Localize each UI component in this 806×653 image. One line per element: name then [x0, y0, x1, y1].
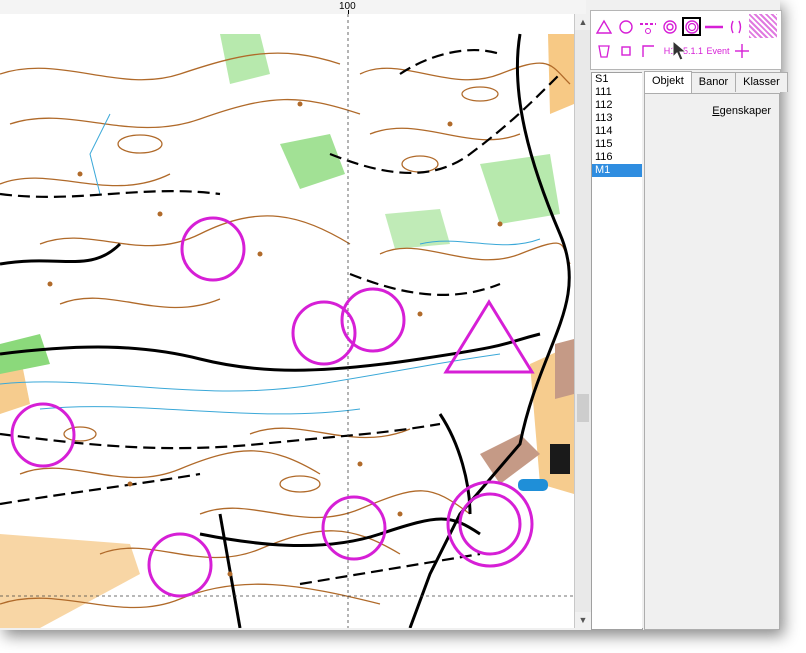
course-item-s1[interactable]: S1 [592, 73, 642, 86]
top-ruler: 100 [0, 0, 586, 15]
properties-button[interactable]: Egenskaper [712, 105, 771, 117]
tab-objekt[interactable]: Objekt [644, 71, 692, 93]
text-event-icon[interactable]: Event [705, 40, 731, 61]
double-circle-icon[interactable] [681, 16, 702, 37]
course-line-icon[interactable] [703, 16, 724, 37]
course-item-113[interactable]: 113 [592, 112, 642, 125]
tab-panel-objekt: Egenskaper [644, 93, 780, 630]
app-window: 100 ▲ ▼ H1 5.1.1 Event S1 111 112 113 11… [0, 0, 788, 630]
control-circle-icon[interactable] [615, 16, 636, 37]
corner-icon[interactable] [637, 40, 658, 61]
dashed-line-icon[interactable] [637, 16, 658, 37]
course-item-114[interactable]: 114 [592, 125, 642, 138]
course-item-111[interactable]: 111 [592, 86, 642, 99]
text-event-label: Event [706, 45, 730, 56]
small-square-icon[interactable] [615, 40, 636, 61]
course-item-116[interactable]: 116 [592, 151, 642, 164]
water-cup-icon[interactable] [593, 40, 614, 61]
finish-circle-icon[interactable] [659, 16, 680, 37]
tab-klasser[interactable]: Klasser [735, 72, 788, 92]
restricted-area-icon[interactable] [749, 14, 777, 38]
map-canvas[interactable] [0, 14, 574, 628]
properties-label: genskaper [719, 105, 771, 117]
scroll-down-arrow-icon[interactable]: ▼ [575, 612, 591, 628]
tab-banor[interactable]: Banor [690, 72, 737, 92]
course-item-112[interactable]: 112 [592, 99, 642, 112]
properties-pane: Objekt Banor Klasser Egenskaper [642, 71, 788, 630]
mouse-cursor-icon [672, 40, 688, 61]
crossing-point-icon[interactable] [725, 16, 746, 37]
green-area [385, 209, 450, 249]
course-item-m1[interactable]: M1 [592, 164, 642, 177]
cross-icon[interactable] [731, 40, 752, 61]
map-vertical-scrollbar[interactable]: ▲ ▼ [574, 14, 591, 628]
properties-accesskey: E [712, 105, 720, 117]
scroll-up-arrow-icon[interactable]: ▲ [575, 14, 591, 30]
building [550, 444, 570, 474]
tab-strip: Objekt Banor Klasser [644, 71, 788, 94]
course-list[interactable]: S1 111 112 113 114 115 116 M1 [591, 72, 643, 630]
course-item-115[interactable]: 115 [592, 138, 642, 151]
building [555, 339, 574, 399]
start-triangle-icon[interactable] [593, 16, 614, 37]
scroll-thumb[interactable] [577, 394, 589, 422]
water-pond [518, 479, 548, 491]
orienteering-map[interactable] [0, 14, 574, 628]
